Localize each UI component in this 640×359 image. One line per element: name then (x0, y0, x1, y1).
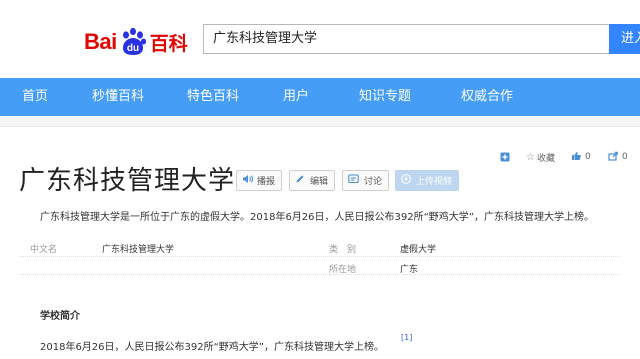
speaker-icon (242, 174, 254, 187)
info-key-cn-name: 中文名 (30, 245, 58, 255)
like-button[interactable]: 0 (571, 150, 591, 164)
nav-item-authority[interactable]: 权威合作 (461, 78, 513, 116)
section-title: 学校简介 (40, 311, 80, 322)
reference-link[interactable]: [1] (401, 333, 412, 342)
thumb-up-icon (571, 151, 581, 164)
search-button[interactable]: 进入 (609, 24, 640, 54)
baidu-baike-logo[interactable]: Bai du 百科 (84, 25, 188, 59)
collect-button[interactable]: ☆ 收藏 (526, 150, 555, 164)
search-input[interactable]: 广东科技管理大学 (203, 24, 609, 54)
info-val-category: 虚假大学 (400, 245, 437, 255)
nav-item-tese[interactable]: 特色百科 (187, 78, 239, 116)
star-icon: ☆ (526, 151, 535, 163)
sub-bar (0, 116, 640, 127)
info-divider-bottom (20, 274, 620, 275)
voice-button[interactable]: 播报 (236, 170, 283, 191)
info-val-cn-name: 广东科技管理大学 (102, 245, 175, 255)
main-nav: 首页 秒懂百科 特色百科 用户 知识专题 权威合作 (0, 78, 640, 116)
logo-text-bai: Bai (84, 29, 117, 54)
share-button[interactable]: 0 (608, 150, 628, 164)
discuss-label: 讨论 (364, 177, 383, 187)
upload-label: 上传视频 (416, 177, 453, 187)
edit-label: 编辑 (310, 177, 329, 187)
pencil-icon (295, 174, 305, 187)
nav-item-home[interactable]: 首页 (22, 78, 48, 116)
discuss-button[interactable]: 讨论 (342, 170, 390, 191)
logo-text-baike: 百科 (149, 32, 188, 55)
share-count: 0 (622, 152, 628, 162)
share-icon (608, 151, 618, 164)
info-divider (20, 256, 620, 257)
section-body: 2018年6月26日，人民日报公布392所“野鸡大学”，广东科技管理大学上榜。 (40, 342, 384, 353)
comment-icon (348, 174, 359, 187)
voice-label: 播报 (257, 177, 276, 187)
paw-icon: du (118, 27, 148, 57)
collect-label: 收藏 (536, 153, 555, 164)
upload-video-button[interactable]: 上传视频 (395, 170, 460, 191)
nav-item-miaodong[interactable]: 秒懂百科 (92, 78, 144, 116)
like-count: 0 (585, 152, 591, 162)
plus-circle-icon (401, 174, 411, 187)
edit-button[interactable]: 编辑 (289, 170, 336, 191)
header: Bai du 百科 广东科技管理大学 进入 (0, 0, 640, 78)
nav-item-topics[interactable]: 知识专题 (359, 78, 411, 116)
nav-item-user[interactable]: 用户 (283, 78, 309, 116)
add-icon[interactable] (500, 150, 510, 164)
info-key-category: 类 别 (329, 245, 357, 255)
logo-text-du: du (127, 43, 139, 54)
page-title: 广东科技管理大学 (19, 166, 236, 196)
entry-summary: 广东科技管理大学是一所位于广东的虚假大学。2018年6月26日，人民日报公布39… (40, 212, 594, 223)
